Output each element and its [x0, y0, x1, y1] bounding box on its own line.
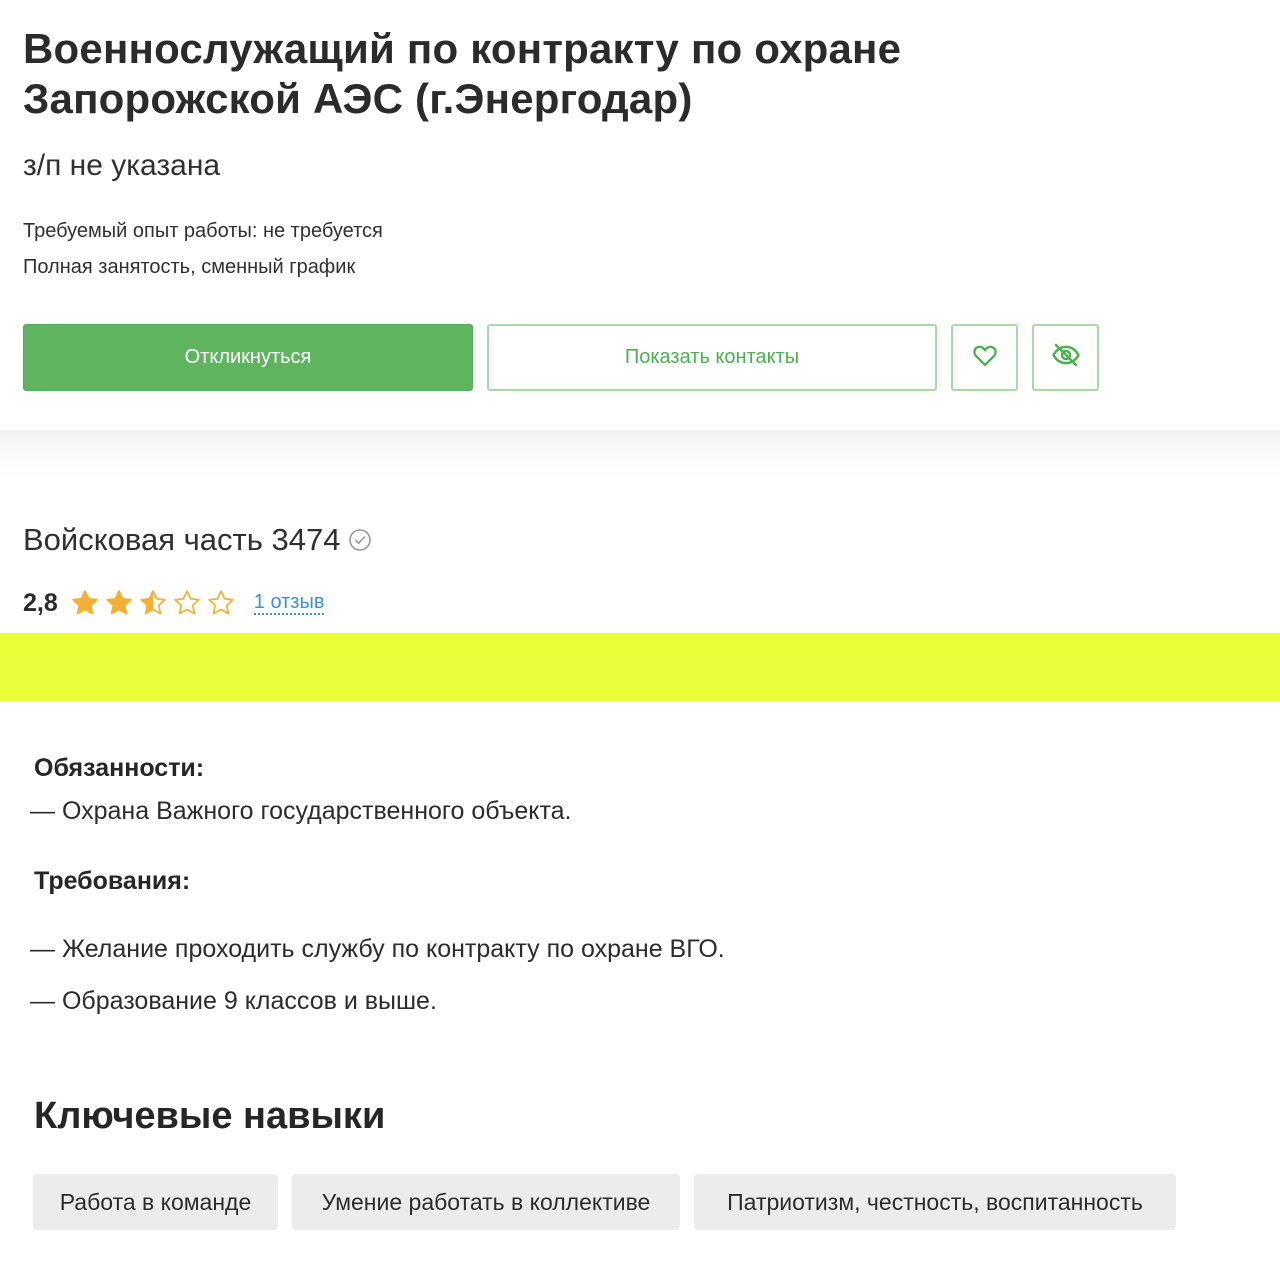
- experience-text: Требуемый опыт работы: не требуется: [23, 220, 383, 242]
- respond-button[interactable]: Откликнуться: [23, 324, 473, 391]
- star-full-icon: [104, 588, 134, 618]
- vacancy-page: Военнослужащий по контракту по охране За…: [0, 0, 1280, 1263]
- check-circle-icon: [348, 528, 372, 552]
- star-half-icon: [138, 588, 168, 618]
- skill-tag: Умение работать в коллективе: [292, 1174, 680, 1230]
- skills-heading: Ключевые навыки: [34, 1095, 386, 1137]
- skill-tag-label: Патриотизм, честность, воспитанность: [727, 1188, 1143, 1215]
- star-empty-icon: [206, 588, 236, 618]
- company-rating: 2,8 1 отзыв: [23, 586, 325, 620]
- star-full-icon: [70, 588, 100, 618]
- star-empty-icon: [172, 588, 202, 618]
- eye-off-icon: [1051, 340, 1081, 376]
- heart-icon: [971, 341, 999, 375]
- reviews-link[interactable]: 1 отзыв: [253, 591, 325, 615]
- rating-stars: [70, 588, 240, 618]
- highlight-bar: [0, 633, 1280, 701]
- vacancy-title: Военнослужащий по контракту по охране За…: [23, 25, 902, 122]
- favorite-button[interactable]: [951, 324, 1018, 391]
- skill-tag-label: Работа в команде: [59, 1188, 252, 1215]
- company-block[interactable]: Войсковая часть 3474: [23, 520, 372, 560]
- employment-text: Полная занятость, сменный график: [23, 256, 356, 278]
- skill-tag: Патриотизм, честность, воспитанность: [694, 1174, 1176, 1230]
- skill-tag-label: Умение работать в коллективе: [321, 1188, 651, 1215]
- salary-text: з/п не указана: [23, 149, 221, 182]
- requirements-heading: Требования:: [34, 867, 191, 895]
- company-name[interactable]: Войсковая часть 3474: [23, 520, 340, 560]
- requirement-item: — Образование 9 классов и выше.: [30, 987, 437, 1015]
- rating-value: 2,8: [23, 588, 58, 617]
- section-divider: [0, 430, 1280, 480]
- show-contacts-button-label: Показать контакты: [624, 346, 800, 368]
- hide-vacancy-button[interactable]: [1032, 324, 1099, 391]
- show-contacts-button[interactable]: Показать контакты: [487, 324, 937, 391]
- duties-heading: Обязанности:: [34, 754, 205, 782]
- respond-button-label: Откликнуться: [184, 346, 312, 368]
- requirement-item: — Желание проходить службу по контракту …: [30, 935, 725, 963]
- duty-item: — Охрана Важного государственного объект…: [30, 797, 572, 825]
- skill-tag: Работа в команде: [33, 1174, 278, 1230]
